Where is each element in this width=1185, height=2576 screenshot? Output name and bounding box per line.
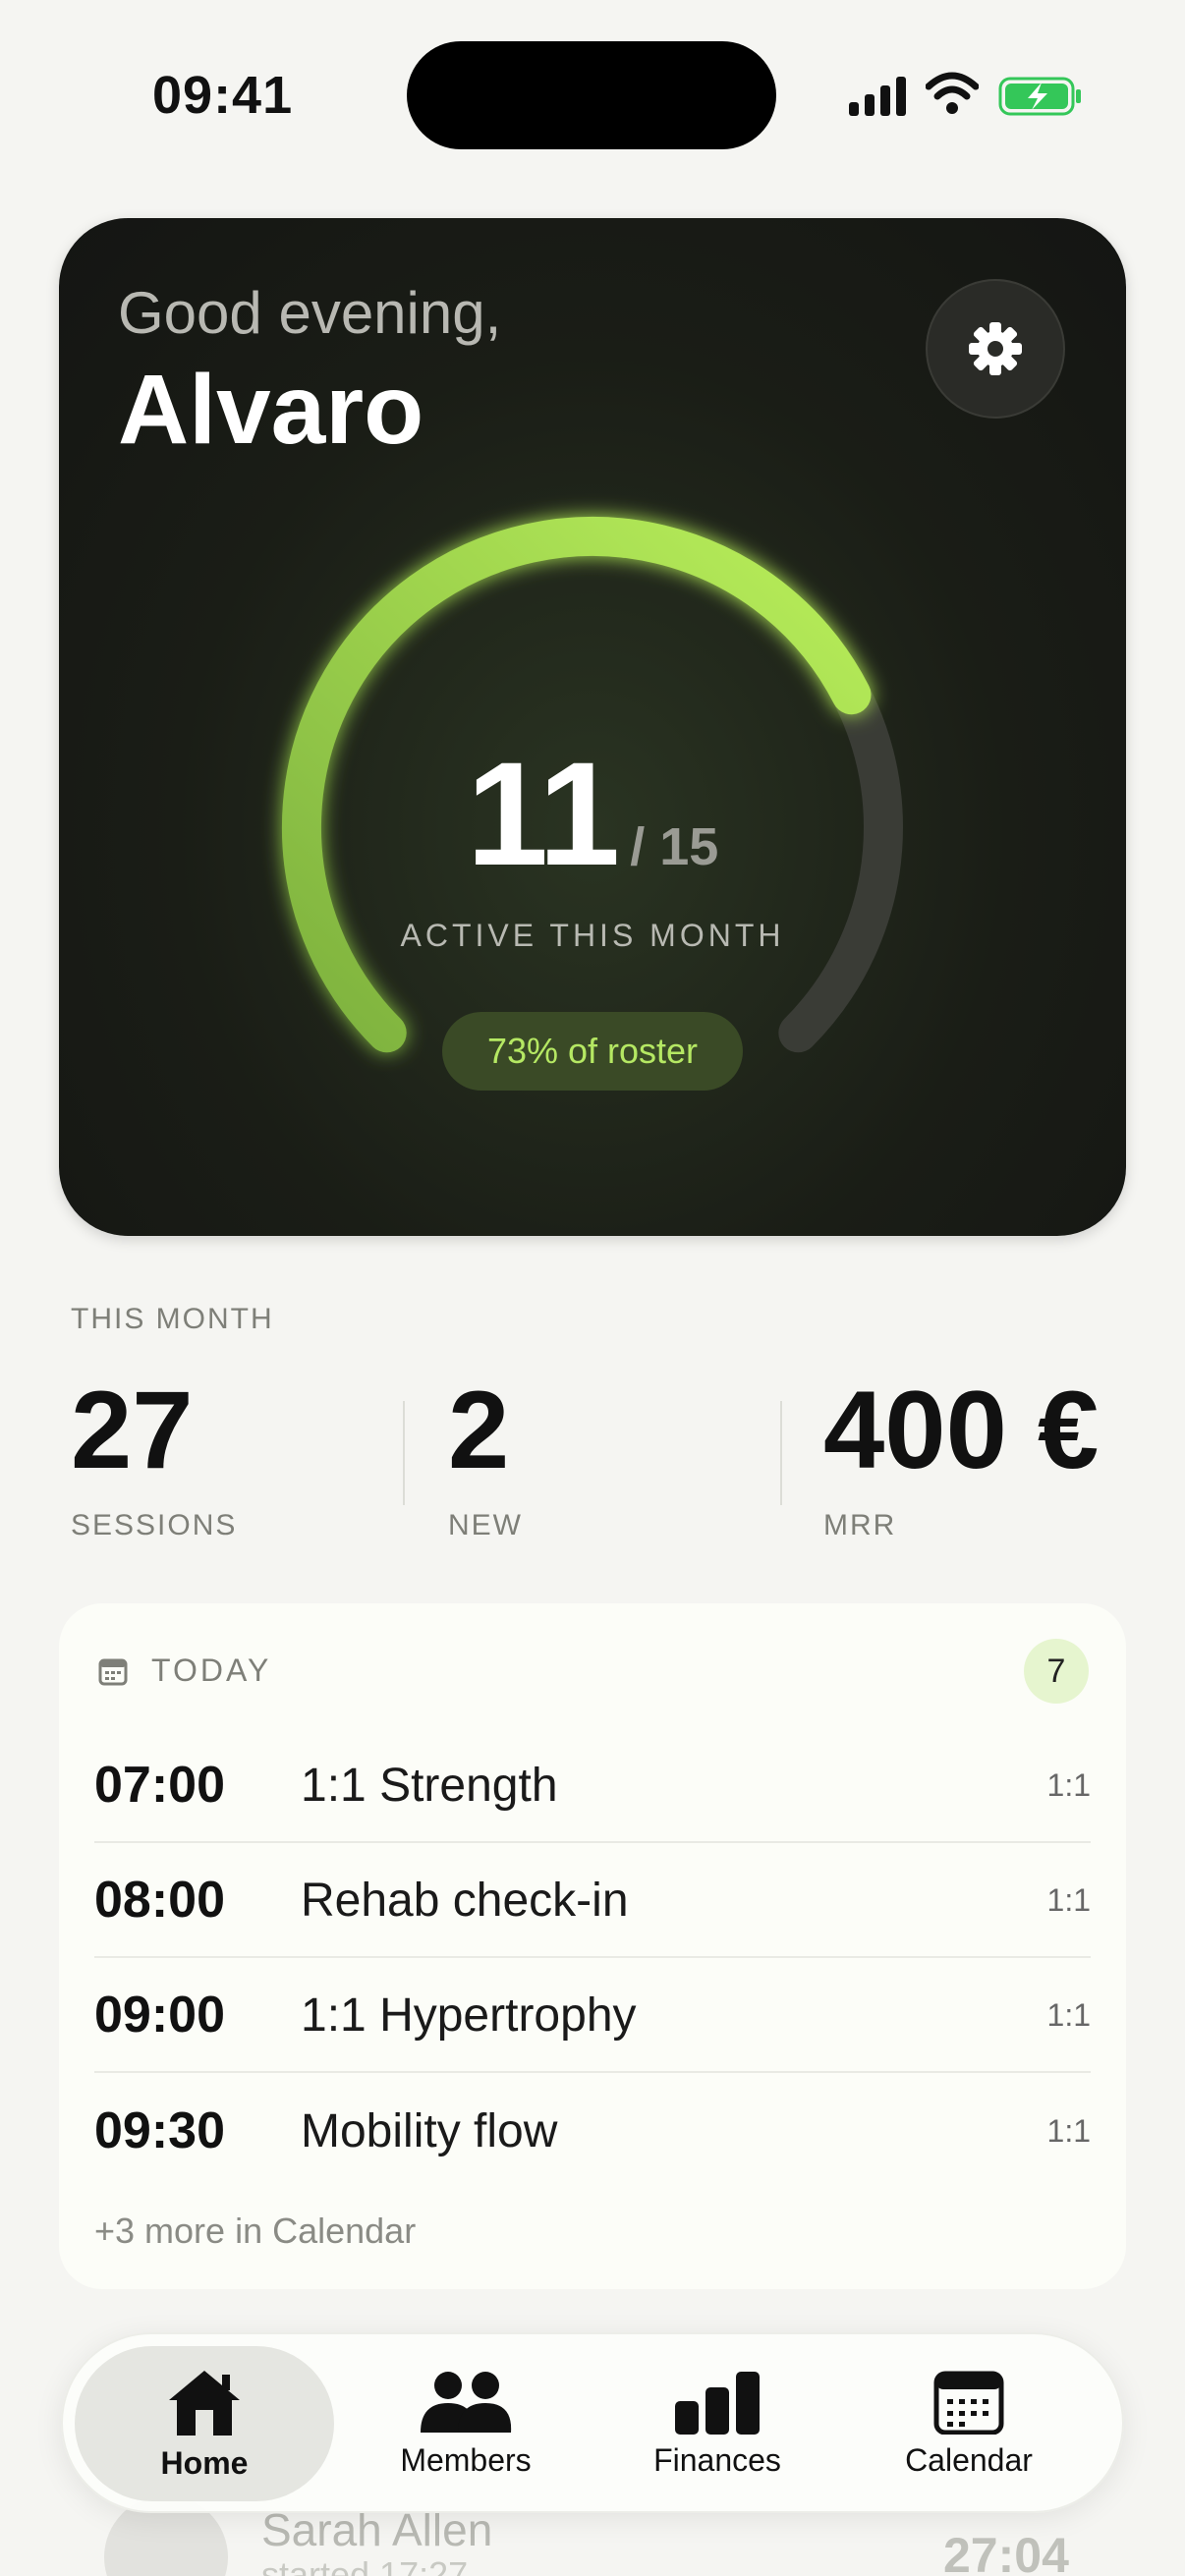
session-title: 1:1 Strength [301,1759,558,1812]
status-bar: 09:41 [0,0,1185,196]
stat-value: 400 € [823,1369,1100,1491]
session-type: 1:1 [1046,1996,1091,2033]
stat-sessions: 27 SESSIONS [71,1375,237,1542]
battery-charging-icon [998,77,1081,116]
session-timer: 27:04 [943,2528,1069,2576]
stat-label: MRR [823,1509,897,1541]
calendar-icon [98,1658,128,1685]
stat-divider [780,1401,782,1505]
session-time: 09:00 [94,1987,225,2044]
tab-bar: Home Members Finances Calendar [61,2332,1124,2513]
tab-label: Members [400,2441,532,2478]
stat-mrr: 400 € MRR [823,1375,1099,1542]
stat-label: NEW [448,1509,523,1541]
active-count-display: 11/ 15 [59,729,1126,899]
session-time: 08:00 [94,1872,225,1929]
settings-button[interactable] [926,279,1065,419]
session-time: 07:00 [94,1757,225,1814]
stats-section-label: THIS MONTH [71,1303,274,1335]
session-type: 1:1 [1046,2112,1091,2149]
session-title: 1:1 Hypertrophy [301,1988,637,2042]
more-in-calendar-link[interactable]: +3 more in Calendar [94,2211,416,2252]
wifi-icon [926,72,979,114]
session-title: Rehab check-in [301,1874,629,1927]
bar-chart-icon [675,2371,760,2435]
tab-label: Home [160,2444,249,2481]
stat-divider [403,1401,405,1505]
stat-new: 2 NEW [448,1375,523,1542]
tab-calendar[interactable]: Calendar [839,2346,1099,2501]
session-type: 1:1 [1046,1766,1091,1803]
active-members-card: Good evening, Alvaro 11/ 15 ACTIVE THIS … [59,218,1126,1236]
today-label: TODAY [151,1652,272,1688]
roster-percentage-pill: 73% of roster [442,1012,743,1091]
house-icon [169,2370,240,2436]
greeting: Good evening, [118,280,502,346]
status-time: 09:41 [152,66,294,125]
user-name: Alvaro [118,355,424,465]
session-row[interactable]: 09:30 Mobility flow 1:1 [94,2074,1091,2188]
stat-value: 27 [71,1369,194,1491]
tab-label: Calendar [905,2441,1033,2478]
session-time: 09:30 [94,2102,225,2159]
tab-label: Finances [653,2441,781,2478]
session-row[interactable]: 08:00 Rehab check-in 1:1 [94,1844,1091,1958]
stat-label: SESSIONS [71,1509,238,1541]
tab-members[interactable]: Members [336,2346,595,2501]
people-icon [421,2371,512,2433]
cellular-signal-icon [849,77,906,116]
session-type: 1:1 [1046,1881,1091,1918]
session-count-badge: 7 [1024,1639,1089,1704]
session-row[interactable]: 07:00 1:1 Strength 1:1 [94,1729,1091,1843]
stat-value: 2 [448,1369,510,1491]
session-start: started 17:27 [261,2554,469,2576]
total-count: / 15 [630,817,719,876]
gear-icon [969,322,1022,375]
session-row[interactable]: 09:00 1:1 Hypertrophy 1:1 [94,1959,1091,2073]
active-count: 11 [466,731,621,896]
tab-home[interactable]: Home [75,2346,334,2501]
dynamic-island [407,41,776,149]
today-schedule-card: TODAY 7 07:00 1:1 Strength 1:1 08:00 Reh… [59,1603,1126,2289]
tab-finances[interactable]: Finances [588,2346,847,2501]
calendar-icon [933,2371,1004,2435]
today-header: TODAY [98,1652,271,1689]
session-title: Mobility flow [301,2104,558,2157]
gauge-caption: ACTIVE THIS MONTH [400,918,785,953]
